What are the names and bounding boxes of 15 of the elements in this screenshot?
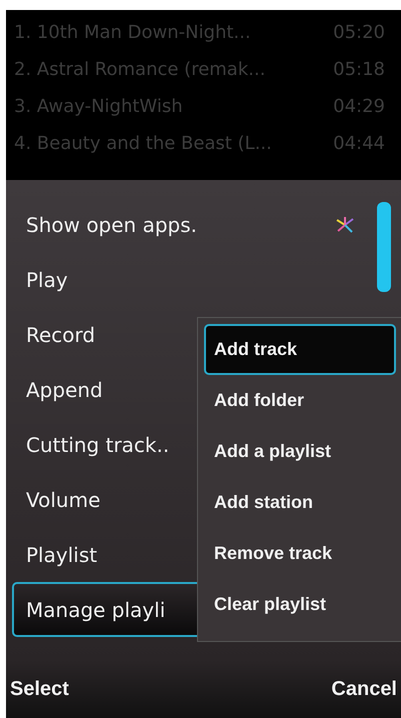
submenu-item[interactable]: Remove track bbox=[204, 528, 396, 579]
cancel-softkey[interactable]: Cancel bbox=[327, 670, 401, 708]
submenu-item[interactable]: Add station bbox=[204, 477, 396, 528]
submenu-item[interactable]: Add track bbox=[204, 324, 396, 375]
submenu-item[interactable]: Add a playlist bbox=[204, 426, 396, 477]
menu-item[interactable]: Show open apps. bbox=[12, 197, 371, 252]
task-switcher-icon bbox=[335, 214, 355, 234]
menu-item[interactable]: Play bbox=[12, 252, 371, 307]
track-duration: 04:44 bbox=[333, 133, 385, 154]
track-duration: 05:20 bbox=[333, 22, 385, 43]
select-softkey[interactable]: Select bbox=[6, 670, 73, 708]
submenu-item[interactable]: Add folder bbox=[204, 375, 396, 426]
track-duration: 05:18 bbox=[333, 59, 385, 80]
track-duration: 04:29 bbox=[333, 96, 385, 117]
scrollbar-thumb[interactable] bbox=[377, 202, 391, 292]
